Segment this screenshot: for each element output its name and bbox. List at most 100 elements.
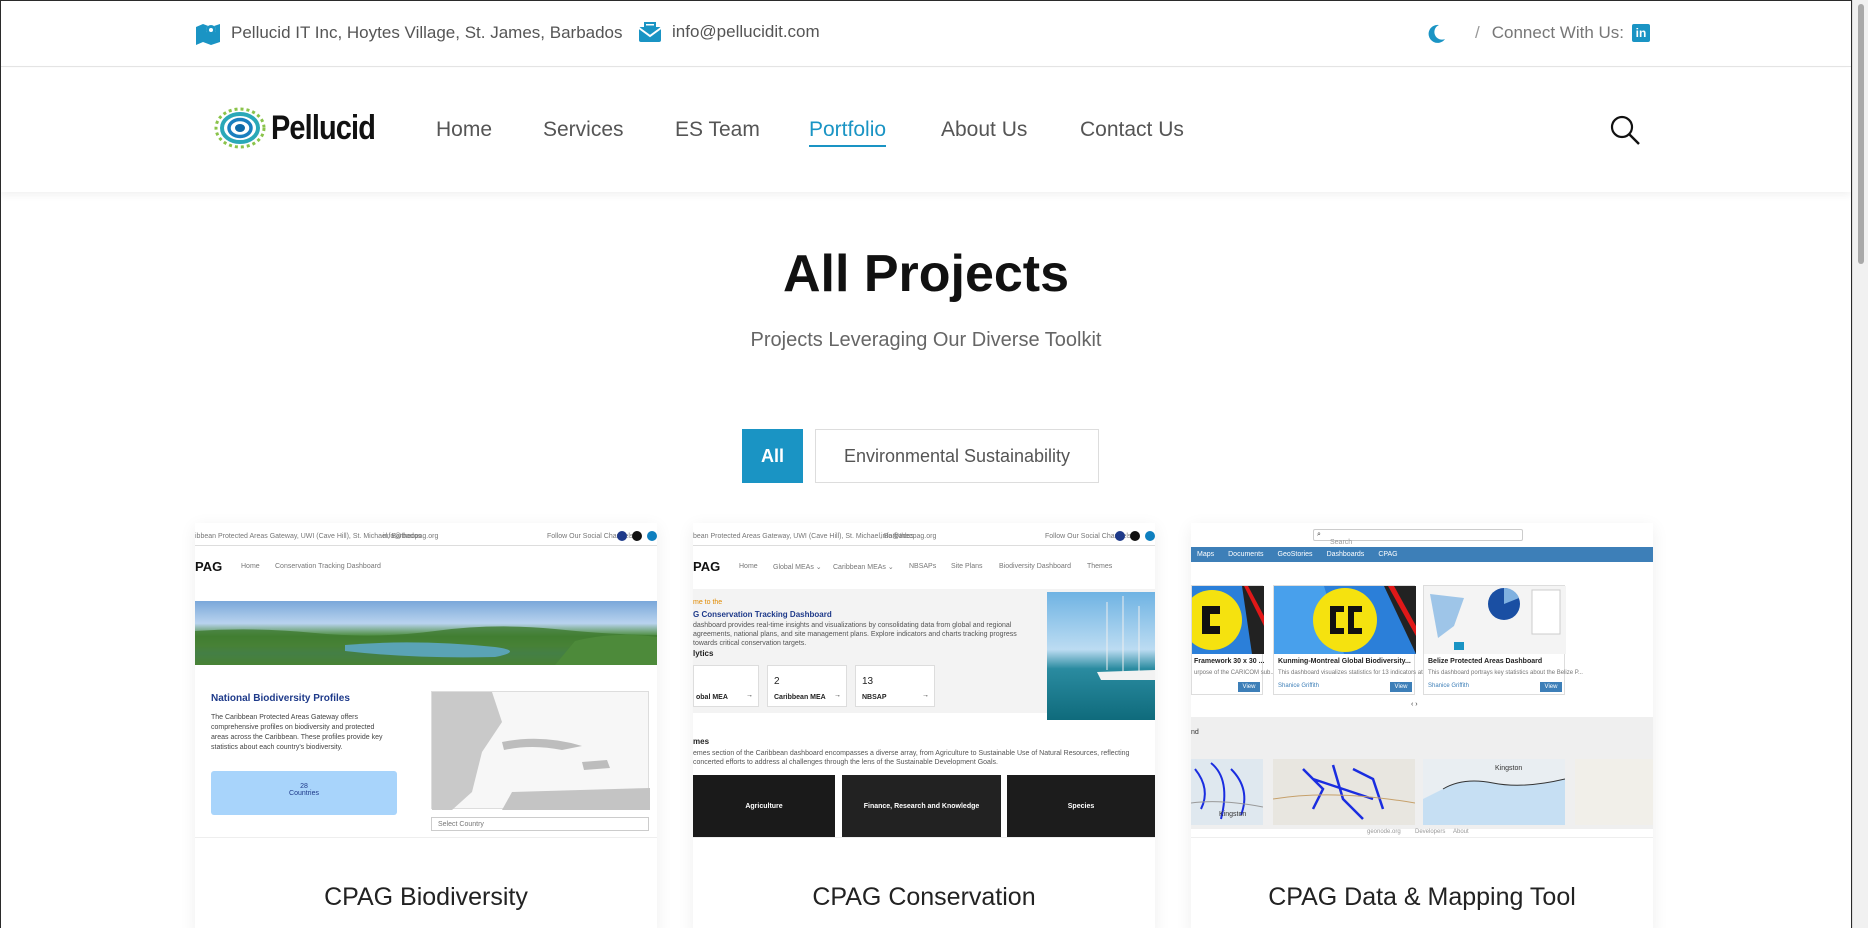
social-icon (1145, 531, 1155, 541)
filter-all-button[interactable]: All (742, 429, 803, 483)
nav-portfolio[interactable]: Portfolio (809, 118, 887, 147)
view-button: View (1540, 682, 1562, 692)
divider-slash: / (1475, 23, 1480, 42)
dashboard-desc: This dashboard visualizes statistics for… (1278, 670, 1438, 676)
river-map-image (1273, 764, 1415, 820)
shot-menu-item: Documents (1228, 551, 1264, 558)
pie-chart-image (1430, 587, 1561, 650)
project-screenshot: Search ⌕ Maps Documents GeoStories Dashb… (1191, 523, 1653, 838)
shot-menu-item: Conservation Tracking Dashboard (275, 563, 381, 570)
email-link[interactable]: info@pellucidit.com (672, 22, 820, 42)
project-card[interactable]: ibbean Protected Areas Gateway, UWI (Cav… (195, 523, 657, 928)
project-title[interactable]: CPAG Biodiversity (195, 883, 657, 912)
maps-label: nd (1191, 729, 1199, 736)
shot-section: lytics (693, 649, 714, 658)
brand-name: Pellucid (271, 108, 376, 147)
shot-heading: G Conservation Tracking Dashboard (693, 610, 832, 619)
flag-image (1192, 586, 1264, 654)
shot-body: dashboard provides real-time insights an… (693, 622, 1017, 647)
coast-map-image (1423, 759, 1565, 799)
nav-services[interactable]: Services (543, 118, 624, 142)
dashboard-desc: This dashboard portrays key statistics a… (1428, 670, 1583, 676)
shot-menu-item: GeoStories (1277, 551, 1313, 558)
stat-box: 28 Countries (211, 771, 397, 815)
dashboard-user: Shanice Griffith (1428, 683, 1469, 689)
nav-contact-us[interactable]: Contact Us (1080, 118, 1184, 142)
theme-tile: Finance, Research and Knowledge (842, 775, 1001, 837)
shot-menu-item: Caribbean MEAs ⌄ (833, 564, 894, 571)
shot-menu-item: CPAG (1378, 551, 1398, 558)
harbor-photo (1047, 592, 1155, 720)
map-city-label: Kingston (1219, 811, 1247, 818)
connect-section: / Connect With Us: in (1475, 23, 1650, 43)
shot-search-input: Search (1313, 529, 1523, 546)
shot-menu-item: Themes (1087, 563, 1113, 570)
hero-landscape-image (195, 601, 657, 665)
shot-kicker: me to the (693, 599, 723, 606)
map-image (432, 692, 650, 810)
shot-search-placeholder: Search (1330, 539, 1353, 546)
footer-link: About (1453, 829, 1469, 835)
dashboard-user: Shanice Griffith (1278, 683, 1319, 689)
shot-divider (195, 545, 657, 546)
map-thumbnail: Kingston (1191, 759, 1263, 825)
page: Pellucid IT Inc, Hoytes Village, St. Jam… (1, 1, 1851, 928)
map-pin-icon (196, 24, 220, 45)
project-title[interactable]: CPAG Conservation (693, 883, 1155, 912)
main-navbar: Pellucid Home Services ES Team Portfolio… (1, 68, 1851, 192)
brand-logo[interactable]: Pellucid (213, 105, 393, 151)
shot-menu-item: Biodiversity Dashboard (999, 563, 1071, 570)
dashboard-card: Belize Protected Areas Dashboard This da… (1423, 585, 1583, 695)
shot-menu-item: Global MEAs ⌄ (773, 564, 822, 571)
shot-menu-item: NBSAPs (909, 563, 937, 570)
social-icon (1130, 531, 1140, 541)
search-button[interactable] (1609, 114, 1641, 151)
mail-icon (638, 22, 662, 42)
stat-box: 13 NBSAP → (855, 665, 935, 707)
shot-menu-item: Home (241, 563, 260, 570)
scrollbar-thumb[interactable] (1858, 4, 1864, 264)
page-scrollbar[interactable] (1852, 0, 1868, 928)
map-thumbnail (1273, 759, 1415, 825)
shot-menu-bar: Maps Documents GeoStories Dashboards CPA… (1191, 547, 1653, 562)
social-icon (632, 531, 642, 541)
chart-thumbnail (1424, 586, 1566, 654)
social-icon (647, 531, 657, 541)
country-select: Select Country (431, 817, 649, 831)
flag-thumbnail (1192, 586, 1264, 654)
dashboard-card: Kunming-Montreal Global Biodiversity... … (1273, 585, 1438, 695)
shot-menu-item: Site Plans (951, 563, 983, 570)
carousel-pager: ‹ › (1411, 701, 1418, 708)
shot-brand: PAG (195, 559, 223, 574)
social-icon (1115, 531, 1125, 541)
map-thumbnail (1575, 759, 1653, 825)
filter-environmental-button[interactable]: Environmental Sustainability (815, 429, 1099, 483)
dashboard-title: Belize Protected Areas Dashboard (1428, 658, 1543, 665)
nav-about-us[interactable]: About Us (941, 118, 1027, 142)
flag-thumbnail (1274, 586, 1416, 654)
search-icon (1610, 115, 1640, 145)
project-title[interactable]: CPAG Data & Mapping Tool (1191, 883, 1653, 912)
email-item[interactable]: info@pellucidit.com (638, 21, 820, 43)
nav-es-team[interactable]: ES Team (675, 118, 760, 142)
project-card[interactable]: bean Protected Areas Gateway, UWI (Cave … (693, 523, 1155, 928)
shot-email-text: info@thecpag.org (881, 533, 937, 540)
caribbean-map (431, 691, 650, 810)
themes-heading: mes (693, 737, 710, 746)
footer-link: Developers (1415, 829, 1446, 835)
linkedin-icon[interactable]: in (1632, 24, 1650, 42)
stat-value: 13 (862, 676, 874, 687)
theme-tile: Species (1007, 775, 1155, 837)
connect-label: Connect With Us: (1491, 23, 1624, 42)
project-screenshot: ibbean Protected Areas Gateway, UWI (Cav… (195, 523, 657, 838)
project-card[interactable]: Search ⌕ Maps Documents GeoStories Dashb… (1191, 523, 1653, 928)
top-info-bar: Pellucid IT Inc, Hoytes Village, St. Jam… (1, 1, 1851, 67)
map-city-label: Kingston (1495, 765, 1523, 772)
nav-home[interactable]: Home (436, 118, 492, 142)
flag-image (1274, 586, 1416, 654)
arrow-icon: → (922, 692, 929, 699)
moon-icon (1428, 24, 1445, 43)
dark-mode-toggle[interactable] (1425, 23, 1447, 50)
shot-brand: PAG (693, 559, 721, 574)
dashboard-title: Framework 30 x 30 ... (1194, 658, 1265, 665)
